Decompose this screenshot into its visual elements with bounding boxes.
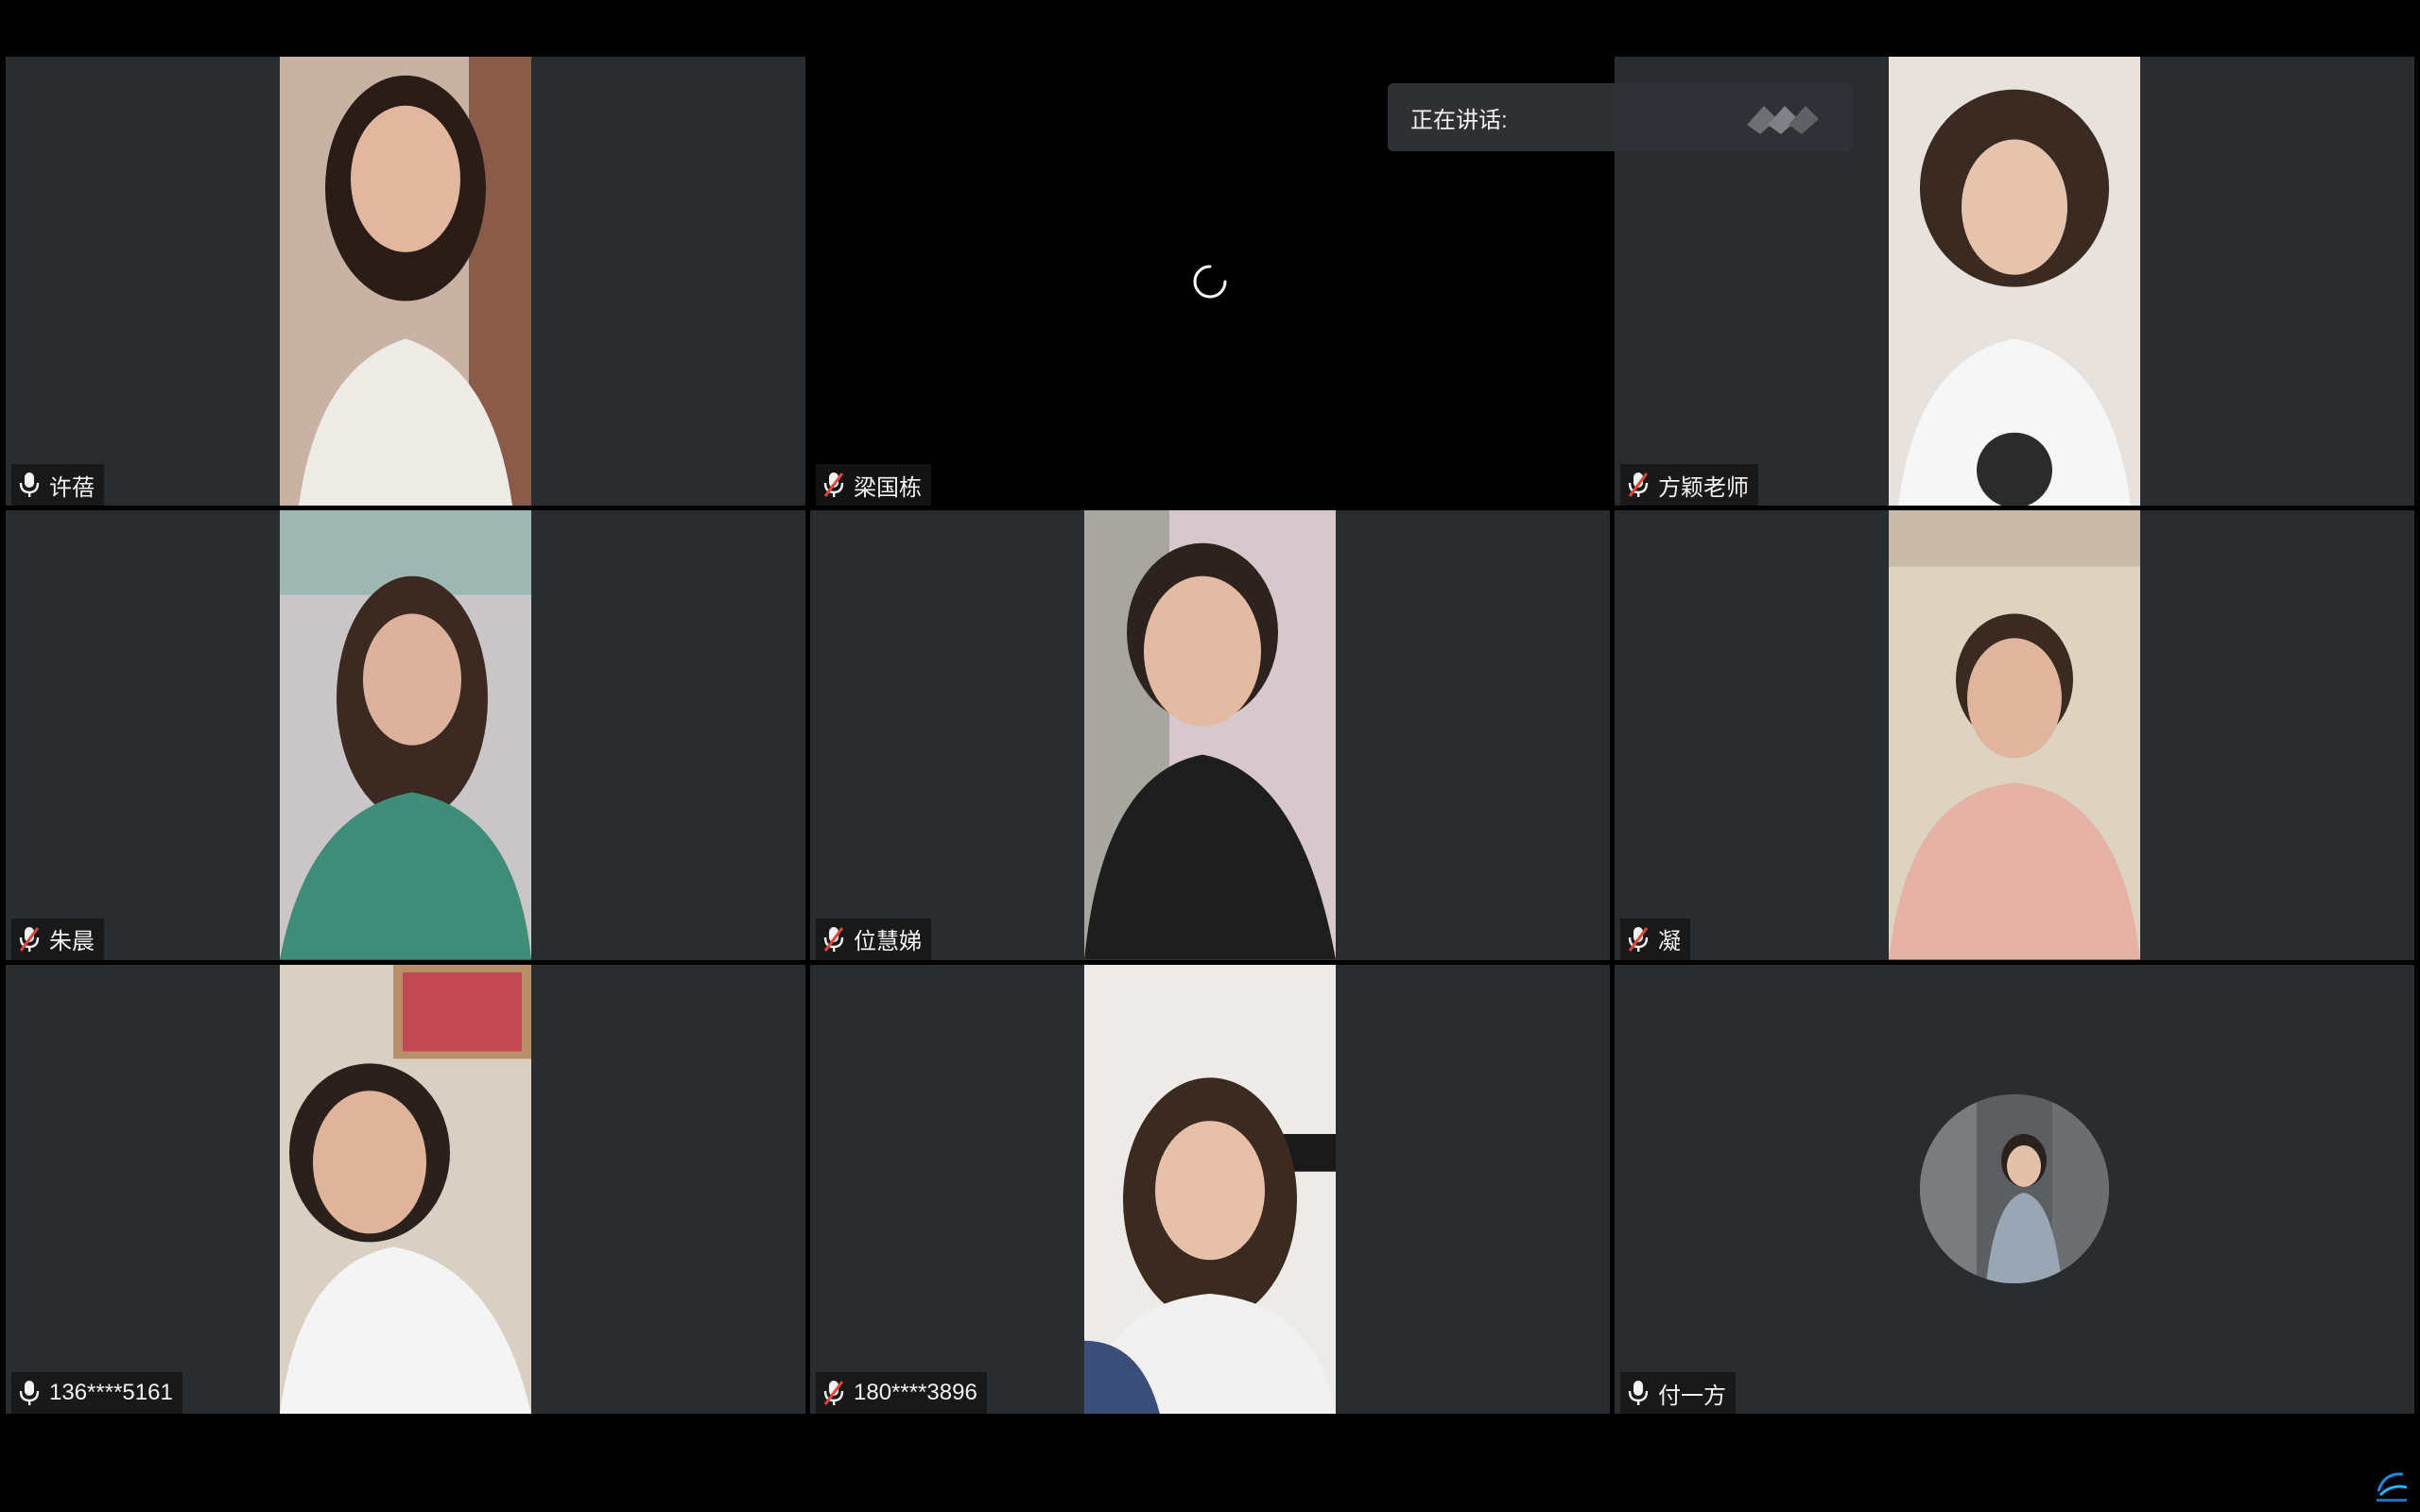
avatar <box>1920 1094 2109 1284</box>
participant-name: 136****5161 <box>49 1380 173 1405</box>
participant-name-tag: 凝 <box>1620 918 1690 960</box>
microphone-muted-icon <box>1628 926 1649 953</box>
participant-name: 朱晨 <box>49 929 95 955</box>
participant-video <box>1084 964 1336 1414</box>
loading-spinner-icon <box>1193 265 1227 299</box>
participant-tile-6[interactable]: 凝 <box>1615 510 2414 960</box>
microphone-icon <box>19 472 40 498</box>
participant-name-tag: 方颖老师 <box>1620 464 1758 507</box>
participant-tile-1[interactable]: 许蓓 <box>6 57 805 507</box>
video-grid: 许蓓 梁国栋 方颖老师 朱晨 位慧娣 凝 136****5161 180****… <box>6 57 2414 1414</box>
participant-video <box>280 964 531 1414</box>
participant-name-tag: 梁国栋 <box>816 464 931 507</box>
participant-video <box>1889 57 2140 507</box>
participant-video <box>1889 510 2140 960</box>
microphone-icon <box>1628 1380 1649 1406</box>
participant-tile-8[interactable]: 180****3896 <box>810 964 1610 1414</box>
participant-name-tag: 付一方 <box>1620 1372 1736 1414</box>
microphone-muted-icon <box>823 926 844 953</box>
microphone-muted-icon <box>1628 472 1649 498</box>
meeting-window: 许蓓 梁国栋 方颖老师 朱晨 位慧娣 凝 136****5161 180****… <box>0 0 2420 1512</box>
participant-name-tag: 位慧娣 <box>816 918 931 960</box>
microphone-muted-icon <box>823 472 844 498</box>
participant-name: 梁国栋 <box>854 474 922 501</box>
participant-name: 付一方 <box>1658 1383 1726 1409</box>
participant-name-tag: 朱晨 <box>11 918 104 960</box>
participant-video <box>280 510 531 960</box>
participant-name: 位慧娣 <box>854 929 922 955</box>
speaking-indicator-icon <box>1747 106 1819 134</box>
active-speaker-label: 正在讲话: <box>1410 107 1508 133</box>
participant-name: 许蓓 <box>49 474 95 501</box>
participant-name-tag: 许蓓 <box>11 464 104 507</box>
participant-tile-9[interactable]: 付一方 <box>1615 964 2414 1414</box>
participant-video <box>280 57 531 507</box>
participant-name: 方颖老师 <box>1658 474 1749 501</box>
participant-tile-4[interactable]: 朱晨 <box>6 510 805 960</box>
microphone-muted-icon <box>19 926 40 953</box>
participant-name-tag: 136****5161 <box>11 1372 182 1414</box>
participant-tile-5[interactable]: 位慧娣 <box>810 510 1610 960</box>
participant-name-tag: 180****3896 <box>816 1372 987 1414</box>
participant-tile-7[interactable]: 136****5161 <box>6 964 805 1414</box>
participant-name: 凝 <box>1658 929 1681 955</box>
participant-video <box>1084 510 1336 960</box>
participant-name: 180****3896 <box>854 1380 977 1405</box>
app-logo-icon <box>2377 1472 2408 1502</box>
microphone-muted-icon <box>823 1380 844 1406</box>
microphone-icon <box>19 1380 40 1406</box>
active-speaker-panel: 正在讲话: <box>1388 83 1853 151</box>
